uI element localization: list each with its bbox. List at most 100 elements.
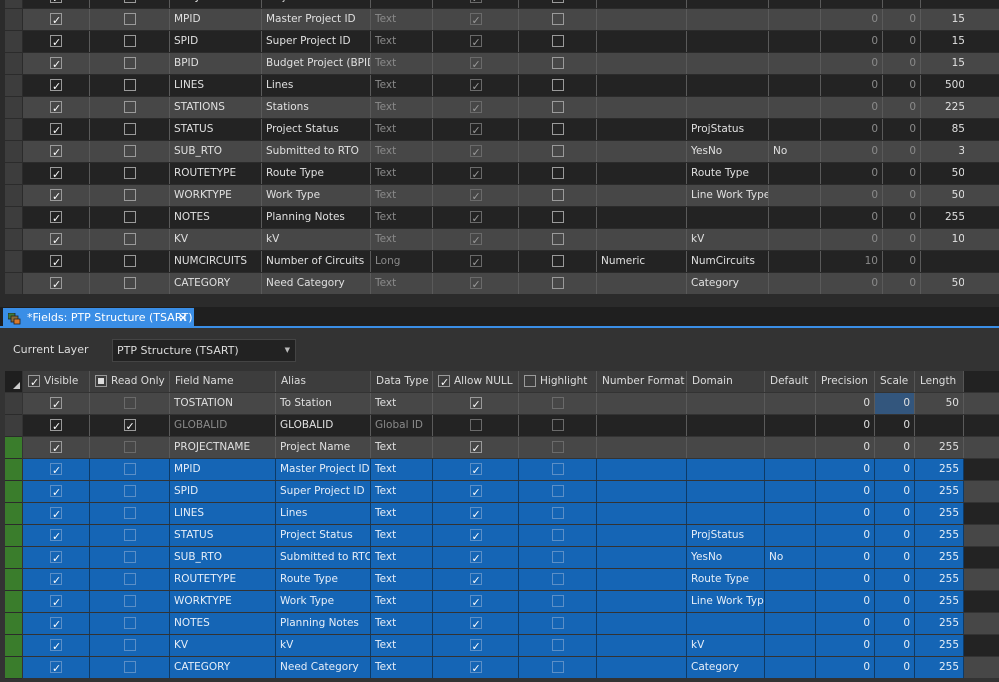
header-default[interactable]: Default bbox=[765, 371, 816, 392]
cell-read-only[interactable] bbox=[90, 119, 170, 140]
row-header[interactable] bbox=[5, 251, 22, 273]
allow-null-checkbox[interactable] bbox=[469, 419, 482, 431]
allow-null-checkbox[interactable] bbox=[469, 438, 482, 458]
allow-null-checkbox[interactable] bbox=[469, 504, 482, 524]
row-header[interactable] bbox=[5, 185, 22, 207]
cell-visible[interactable] bbox=[23, 525, 90, 546]
cell-alias[interactable]: Planning Notes bbox=[262, 207, 371, 228]
cell-scale[interactable]: 0 bbox=[875, 547, 915, 568]
cell-read-only[interactable] bbox=[90, 273, 170, 294]
cell-alias[interactable]: Number of Circuits bbox=[262, 251, 371, 272]
row-header[interactable] bbox=[5, 481, 22, 503]
cell-length[interactable]: 15 bbox=[921, 9, 970, 30]
cell-domain[interactable]: Line Work Type bbox=[687, 185, 769, 206]
cell-data-type[interactable]: Text bbox=[371, 635, 433, 656]
cell-read-only[interactable] bbox=[90, 503, 170, 524]
read-only-checkbox[interactable] bbox=[123, 463, 136, 475]
cell-visible[interactable] bbox=[23, 0, 90, 8]
visible-checkbox[interactable] bbox=[50, 416, 62, 436]
cell-scale[interactable]: 0 bbox=[883, 163, 921, 184]
allow-null-checkbox[interactable] bbox=[469, 570, 482, 590]
header-highlight[interactable]: Highlight bbox=[519, 371, 597, 392]
header-read-only[interactable]: Read Only bbox=[90, 371, 170, 392]
cell-allow-null[interactable] bbox=[433, 229, 519, 250]
row-header[interactable] bbox=[5, 273, 22, 295]
field-row[interactable]: CATEGORY Need Category Text Category 0 0 50 bbox=[0, 273, 999, 295]
cell-precision[interactable]: 0 bbox=[816, 393, 875, 414]
visible-checkbox[interactable] bbox=[50, 98, 62, 118]
cell-read-only[interactable] bbox=[90, 31, 170, 52]
cell-precision[interactable]: 0 bbox=[821, 185, 883, 206]
cell-precision[interactable]: 0 bbox=[821, 75, 883, 96]
row-header[interactable] bbox=[5, 75, 22, 97]
cell-length[interactable]: 500 bbox=[921, 75, 970, 96]
cell-read-only[interactable] bbox=[90, 185, 170, 206]
header-data-type[interactable]: Data Type bbox=[371, 371, 433, 392]
allow-null-checkbox[interactable] bbox=[469, 32, 482, 52]
cell-number-format[interactable] bbox=[597, 75, 687, 96]
read-only-checkbox[interactable] bbox=[123, 416, 136, 436]
highlight-checkbox[interactable] bbox=[551, 189, 564, 201]
read-only-checkbox[interactable] bbox=[123, 617, 136, 629]
header-alias[interactable]: Alias bbox=[276, 371, 371, 392]
cell-read-only[interactable] bbox=[90, 459, 170, 480]
read-only-checkbox[interactable] bbox=[123, 507, 136, 519]
cell-number-format[interactable] bbox=[597, 569, 687, 590]
cell-precision[interactable]: 0 bbox=[821, 163, 883, 184]
cell-length[interactable]: 255 bbox=[915, 547, 964, 568]
cell-number-format[interactable] bbox=[597, 207, 687, 228]
cell-allow-null[interactable] bbox=[433, 481, 519, 502]
cell-default[interactable] bbox=[769, 273, 821, 294]
cell-alias[interactable]: Submitted to RTO bbox=[262, 141, 371, 162]
cell-highlight[interactable] bbox=[519, 0, 597, 8]
cell-visible[interactable] bbox=[23, 613, 90, 634]
cell-domain[interactable] bbox=[687, 9, 769, 30]
cell-field-name[interactable]: KV bbox=[170, 635, 276, 656]
cell-visible[interactable] bbox=[23, 393, 90, 414]
cell-data-type[interactable]: Text bbox=[371, 9, 433, 30]
cell-domain[interactable] bbox=[687, 75, 769, 96]
cell-number-format[interactable] bbox=[597, 31, 687, 52]
cell-visible[interactable] bbox=[23, 657, 90, 678]
read-only-checkbox[interactable] bbox=[123, 595, 136, 607]
cell-length[interactable]: 3 bbox=[921, 141, 970, 162]
allow-null-checkbox[interactable] bbox=[469, 0, 482, 8]
cell-default[interactable] bbox=[765, 635, 816, 656]
field-row[interactable]: ROUTETYPE Route Type Text Route Type 0 0 255 bbox=[0, 569, 999, 591]
cell-field-name[interactable]: ROUTETYPE bbox=[170, 163, 262, 184]
cell-highlight[interactable] bbox=[519, 503, 597, 524]
row-header[interactable] bbox=[5, 591, 22, 613]
cell-highlight[interactable] bbox=[519, 635, 597, 656]
cell-domain[interactable] bbox=[687, 481, 765, 502]
cell-number-format[interactable] bbox=[597, 591, 687, 612]
cell-default[interactable] bbox=[769, 53, 821, 74]
cell-default[interactable] bbox=[769, 9, 821, 30]
field-row[interactable]: NOTES Planning Notes Text 0 0 255 bbox=[0, 207, 999, 229]
highlight-checkbox[interactable] bbox=[551, 595, 564, 607]
allow-null-checkbox[interactable] bbox=[469, 164, 482, 184]
cell-scale[interactable]: 0 bbox=[883, 31, 921, 52]
cell-default[interactable] bbox=[765, 481, 816, 502]
field-row[interactable]: GLOBALID GLOBALID Global ID 0 0 bbox=[0, 415, 999, 437]
row-header[interactable] bbox=[5, 141, 22, 163]
field-row[interactable]: ROUTETYPE Route Type Text Route Type 0 0 50 bbox=[0, 163, 999, 185]
cell-allow-null[interactable] bbox=[433, 503, 519, 524]
cell-data-type[interactable]: Text bbox=[371, 31, 433, 52]
allow-null-checkbox[interactable] bbox=[469, 482, 482, 502]
read-only-checkbox[interactable] bbox=[123, 101, 136, 113]
cell-precision[interactable]: 0 bbox=[821, 9, 883, 30]
cell-domain[interactable]: ProjStatus bbox=[687, 119, 769, 140]
highlight-checkbox[interactable] bbox=[551, 101, 564, 113]
cell-allow-null[interactable] bbox=[433, 437, 519, 458]
row-header[interactable] bbox=[5, 9, 22, 31]
highlight-checkbox[interactable] bbox=[551, 463, 564, 475]
cell-domain[interactable]: ProjStatus bbox=[687, 525, 765, 546]
field-row[interactable]: SPID Super Project ID Text 0 0 255 bbox=[0, 481, 999, 503]
cell-alias[interactable]: Master Project ID bbox=[262, 9, 371, 30]
field-row[interactable]: NUMCIRCUITS Number of Circuits Long Numeric… bbox=[0, 251, 999, 273]
cell-read-only[interactable] bbox=[90, 635, 170, 656]
cell-allow-null[interactable] bbox=[433, 185, 519, 206]
cell-precision[interactable]: 0 bbox=[816, 503, 875, 524]
cell-data-type[interactable]: Global ID bbox=[371, 415, 433, 436]
cell-default[interactable] bbox=[765, 393, 816, 414]
